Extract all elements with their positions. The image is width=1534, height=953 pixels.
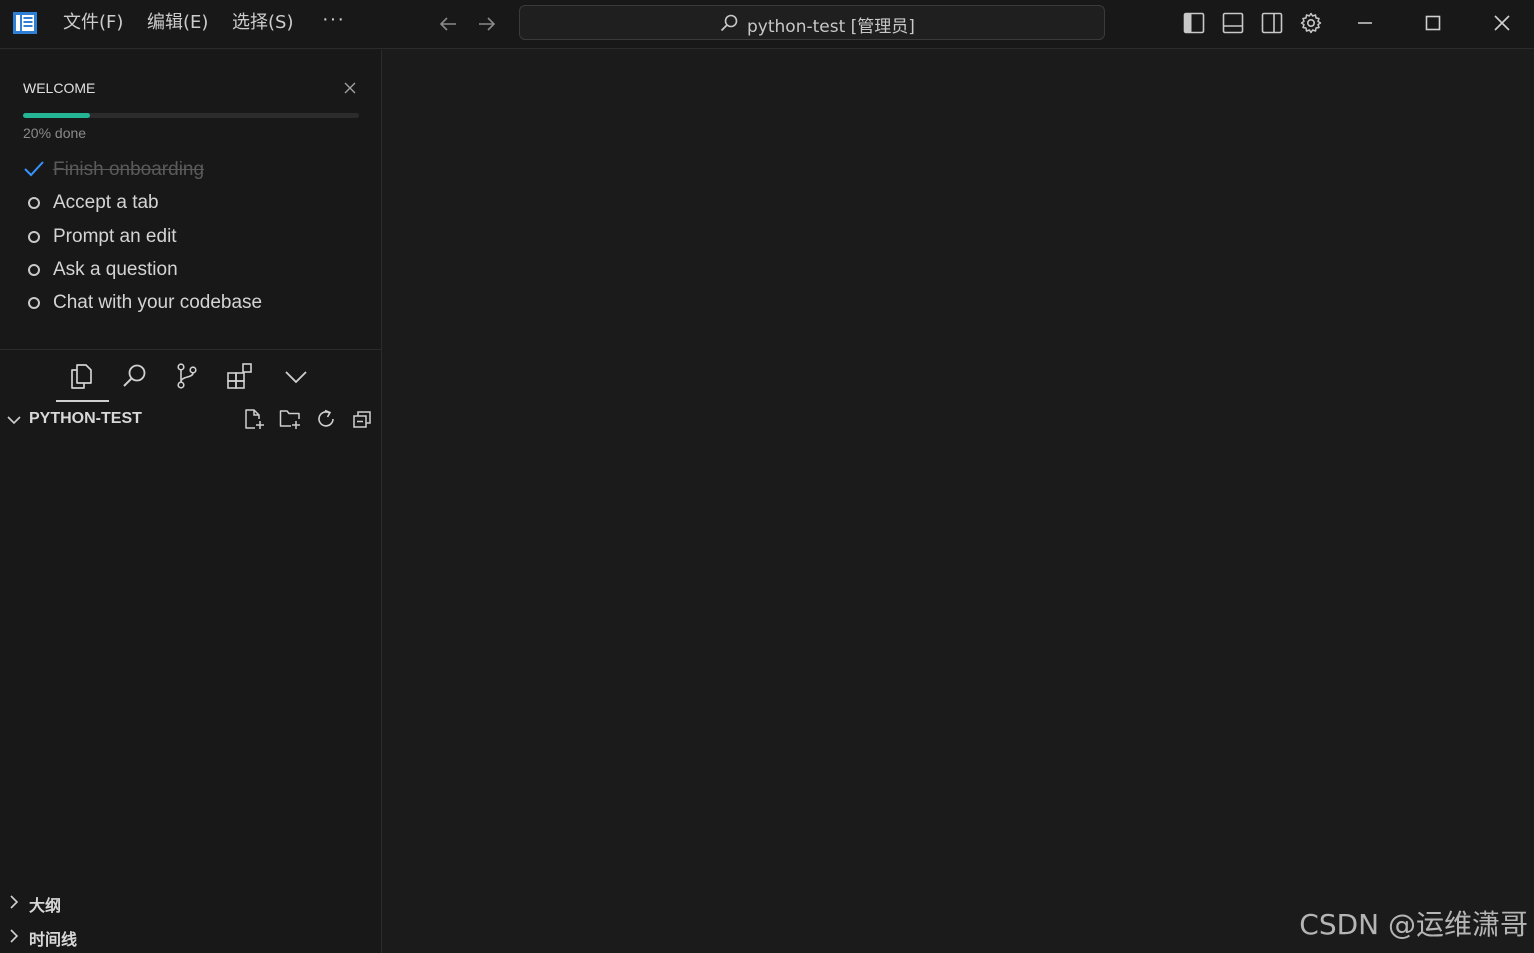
onboarding-progress-fill <box>23 113 91 118</box>
task-item-ask-question[interactable]: Ask a question <box>23 257 363 283</box>
search-icon[interactable] <box>121 362 149 390</box>
menu-file[interactable]: 文件(F) <box>63 12 123 34</box>
menu-selection[interactable]: 选择(S) <box>232 12 293 34</box>
task-item-prompt-edit[interactable]: Prompt an edit <box>23 224 363 250</box>
close-window-icon[interactable] <box>1490 11 1514 35</box>
search-text: python-test [管理员] <box>747 17 915 37</box>
toggle-secondary-sidebar-icon[interactable] <box>1260 11 1284 35</box>
menu-edit[interactable]: 编辑(E) <box>147 12 208 34</box>
task-label: Prompt an edit <box>53 226 177 247</box>
back-arrow-icon[interactable] <box>436 12 460 36</box>
app-logo-icon[interactable] <box>12 11 38 35</box>
source-control-icon[interactable] <box>173 362 201 390</box>
menu-more-button[interactable]: ··· <box>322 8 345 31</box>
task-item-finish-onboarding[interactable]: Finish onboarding <box>23 157 363 183</box>
task-label: Ask a question <box>53 259 178 280</box>
progress-text: 20% done <box>23 125 87 141</box>
command-center-search[interactable]: python-test [管理员] <box>519 5 1105 40</box>
outline-label: 大纲 <box>29 896 62 915</box>
chevron-down-icon[interactable] <box>282 362 310 390</box>
outline-section-header[interactable]: 大纲 <box>0 890 382 915</box>
explorer-files-icon[interactable] <box>68 362 96 390</box>
task-item-chat-codebase[interactable]: Chat with your codebase <box>23 290 363 316</box>
circle-icon <box>28 197 40 209</box>
refresh-icon[interactable] <box>315 408 337 430</box>
task-label: Accept a tab <box>53 192 159 213</box>
task-label: Finish onboarding <box>53 159 205 180</box>
onboarding-progress-bar <box>23 113 359 118</box>
forward-arrow-icon[interactable] <box>475 12 499 36</box>
extensions-icon[interactable] <box>226 362 254 390</box>
toggle-panel-icon[interactable] <box>1221 11 1245 35</box>
task-label: Chat with your codebase <box>53 292 263 313</box>
divider <box>0 349 382 350</box>
search-icon <box>720 14 738 32</box>
toggle-primary-sidebar-icon[interactable] <box>1182 11 1206 35</box>
watermark-text: CSDN @运维潇哥 <box>1299 908 1528 941</box>
explorer-title: PYTHON-TEST <box>29 410 142 427</box>
editor-area[interactable] <box>383 50 1534 953</box>
sidebar: WELCOME 20% done Finish onboarding Accep… <box>0 50 382 953</box>
maximize-icon[interactable] <box>1421 11 1445 35</box>
timeline-section-header[interactable]: 时间线 <box>0 924 382 949</box>
title-bar: 文件(F) 编辑(E) 选择(S) ··· python-test [管理员] <box>0 0 1534 49</box>
timeline-label: 时间线 <box>29 930 78 949</box>
chevron-right-icon <box>10 895 19 909</box>
collapse-all-icon[interactable] <box>351 408 373 430</box>
explorer-section-header[interactable]: PYTHON-TEST <box>0 408 382 432</box>
settings-gear-icon[interactable] <box>1299 11 1323 35</box>
chevron-down-icon <box>7 416 21 425</box>
active-view-indicator <box>56 400 109 402</box>
welcome-title: WELCOME <box>23 80 96 96</box>
minimize-icon[interactable] <box>1353 11 1377 35</box>
close-icon[interactable] <box>342 80 358 96</box>
circle-icon <box>28 231 40 243</box>
checkmark-icon <box>24 161 44 177</box>
circle-icon <box>28 264 40 276</box>
new-file-icon[interactable] <box>243 408 265 430</box>
circle-icon <box>28 297 40 309</box>
chevron-right-icon <box>10 929 19 943</box>
task-item-accept-tab[interactable]: Accept a tab <box>23 190 363 216</box>
new-folder-icon[interactable] <box>279 408 301 430</box>
